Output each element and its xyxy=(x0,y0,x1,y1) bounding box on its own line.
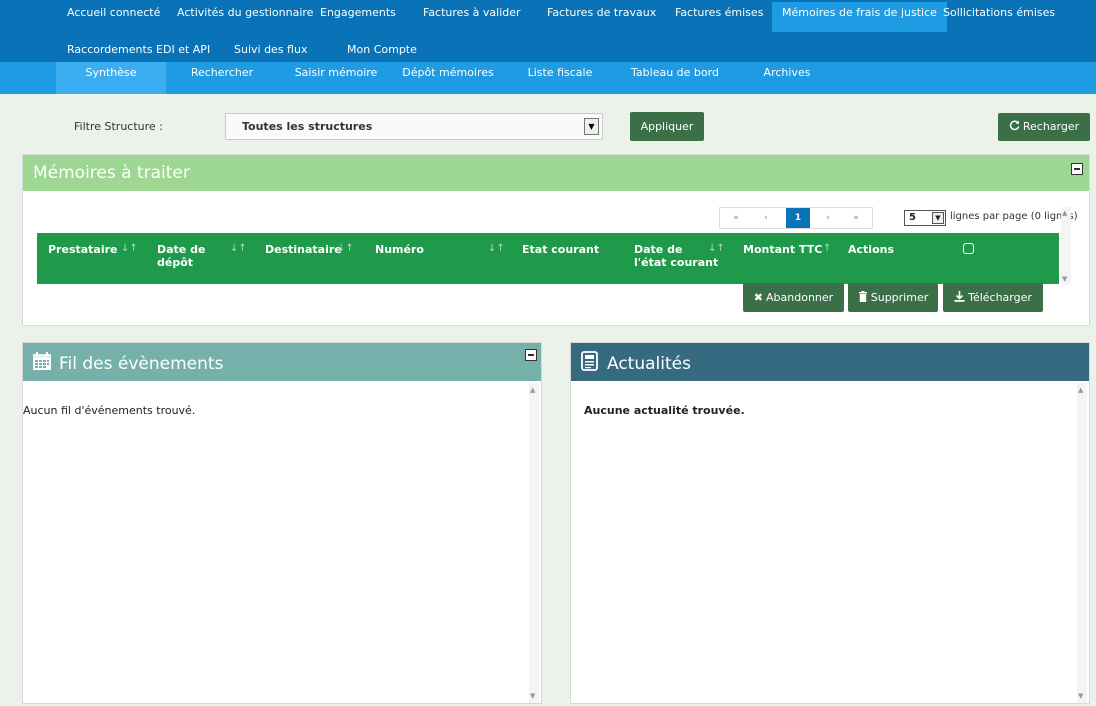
scroll-down-icon[interactable]: ▼ xyxy=(1078,692,1083,700)
nav-factures-a-valider[interactable]: Factures à valider xyxy=(414,2,530,24)
rows-per-page-label: lignes par page (0 lignes) xyxy=(950,211,1078,222)
subnav-rechercher[interactable]: Rechercher xyxy=(176,62,268,94)
subnav-saisir-memoire[interactable]: Saisir mémoire xyxy=(290,62,382,94)
actualites-empty-message: Aucune actualité trouvée. xyxy=(584,404,745,417)
memoires-panel-header: Mémoires à traiter xyxy=(23,155,1089,191)
rows-per-page-value: 5 xyxy=(909,212,916,223)
fil-evenements-header: Fil des évènements xyxy=(23,343,541,381)
chevron-down-icon[interactable]: ▼ xyxy=(584,118,599,135)
sub-nav: Synthèse Rechercher Saisir mémoire Dépôt… xyxy=(0,62,1096,94)
top-nav: Accueil connecté Activités du gestionnai… xyxy=(0,0,1096,62)
delete-button-label: Supprimer xyxy=(870,291,929,304)
reload-button[interactable]: Recharger xyxy=(998,113,1090,141)
page-number[interactable]: 1 xyxy=(786,208,810,228)
memoires-panel-title: Mémoires à traiter xyxy=(33,163,190,183)
download-button[interactable]: Télécharger xyxy=(943,283,1043,312)
reload-button-label: Recharger xyxy=(1022,120,1080,133)
nav-raccordements-edi-api[interactable]: Raccordements EDI et API xyxy=(58,39,219,61)
close-icon: ✖ xyxy=(753,291,764,304)
table-header: Prestataire ↓↑ Date de dépôt ↓↑ Destinata… xyxy=(37,233,1059,284)
last-page-icon[interactable]: » xyxy=(844,208,868,228)
abandon-button-label: Abandonner xyxy=(766,291,834,304)
nav-factures-emises[interactable]: Factures émises xyxy=(666,2,772,24)
column-prestataire[interactable]: Prestataire xyxy=(48,243,118,256)
sort-icon[interactable]: ↓↑ xyxy=(488,243,505,254)
apply-button[interactable]: Appliquer xyxy=(630,112,704,141)
sort-icon[interactable]: ↓↑ xyxy=(337,243,354,254)
abandon-button[interactable]: ✖ Abandonner xyxy=(743,283,844,312)
table-scrollbar[interactable]: ▲ ▼ xyxy=(1061,207,1071,285)
scroll-down-icon[interactable]: ▼ xyxy=(1062,275,1067,283)
nav-engagements[interactable]: Engagements xyxy=(311,2,405,24)
filter-structure-label: Filtre Structure : xyxy=(74,120,163,133)
subnav-synthese[interactable]: Synthèse xyxy=(56,62,166,94)
scroll-up-icon[interactable]: ▲ xyxy=(1062,209,1067,217)
refresh-icon xyxy=(1009,120,1020,131)
rows-per-page-select[interactable]: 5 ▼ xyxy=(904,210,946,226)
column-date-depot[interactable]: Date de dépôt xyxy=(157,243,205,269)
nav-activites-gestionnaire[interactable]: Activités du gestionnaire xyxy=(168,2,322,24)
select-all-checkbox[interactable] xyxy=(963,243,974,254)
download-icon xyxy=(954,291,965,302)
sort-icon[interactable]: ↓↑ xyxy=(121,243,138,254)
sort-icon[interactable]: ↓↑ xyxy=(708,243,725,254)
column-numero[interactable]: Numéro xyxy=(375,243,424,256)
nav-mon-compte[interactable]: Mon Compte xyxy=(338,39,426,61)
column-date-etat-courant[interactable]: Date de l'état courant xyxy=(634,243,718,269)
nav-suivi-des-flux[interactable]: Suivi des flux xyxy=(225,39,316,61)
sort-icon[interactable]: ↓↑ xyxy=(230,243,247,254)
column-montant-ttc[interactable]: Montant TTC xyxy=(743,243,822,256)
nav-sollicitations-emises[interactable]: Sollicitations émises xyxy=(934,2,1064,24)
scroll-up-icon[interactable]: ▲ xyxy=(1078,386,1083,394)
subnav-tableau-de-bord[interactable]: Tableau de bord xyxy=(625,62,725,94)
sort-icon[interactable]: ↑ xyxy=(823,243,831,254)
calendar-icon xyxy=(33,352,51,370)
minimize-icon[interactable] xyxy=(525,349,537,361)
memoires-panel: Mémoires à traiter « ‹ 1 › » 5 ▼ lignes … xyxy=(22,154,1090,326)
actualites-title: Actualités xyxy=(607,354,691,374)
pagination: « ‹ 1 › » xyxy=(719,207,873,229)
scroll-down-icon[interactable]: ▼ xyxy=(530,692,535,700)
next-page-icon[interactable]: › xyxy=(816,208,840,228)
trash-icon xyxy=(858,291,867,302)
fil-scrollbar[interactable]: ▲ ▼ xyxy=(529,383,539,703)
chevron-down-icon[interactable]: ▼ xyxy=(932,212,944,224)
first-page-icon[interactable]: « xyxy=(724,208,748,228)
fil-evenements-empty-message: Aucun fil d'événements trouvé. xyxy=(23,404,196,417)
structure-select-value: Toutes les structures xyxy=(242,120,373,133)
actualites-panel: Actualités Aucune actualité trouvée. ▲ ▼ xyxy=(570,342,1090,704)
nav-memoires-frais-justice[interactable]: Mémoires de frais de justice xyxy=(772,2,947,32)
column-etat-courant[interactable]: Etat courant xyxy=(522,243,599,256)
prev-page-icon[interactable]: ‹ xyxy=(754,208,778,228)
nav-accueil-connecte[interactable]: Accueil connecté xyxy=(58,2,169,24)
subnav-depot-memoires[interactable]: Dépôt mémoires xyxy=(400,62,496,94)
column-actions: Actions xyxy=(848,243,894,256)
minimize-icon[interactable] xyxy=(1071,163,1083,175)
actualites-scrollbar[interactable]: ▲ ▼ xyxy=(1077,383,1087,703)
fil-evenements-title: Fil des évènements xyxy=(59,354,224,374)
structure-select[interactable]: Toutes les structures ▼ xyxy=(225,113,603,140)
nav-factures-de-travaux[interactable]: Factures de travaux xyxy=(538,2,665,24)
newspaper-icon xyxy=(581,351,598,371)
download-button-label: Télécharger xyxy=(968,291,1032,304)
actualites-header: Actualités xyxy=(571,343,1089,381)
fil-evenements-panel: Fil des évènements Aucun fil d'événement… xyxy=(22,342,542,704)
column-destinataire[interactable]: Destinataire xyxy=(265,243,342,256)
subnav-archives[interactable]: Archives xyxy=(754,62,820,94)
subnav-liste-fiscale[interactable]: Liste fiscale xyxy=(520,62,600,94)
scroll-up-icon[interactable]: ▲ xyxy=(530,386,535,394)
delete-button[interactable]: Supprimer xyxy=(848,283,938,312)
